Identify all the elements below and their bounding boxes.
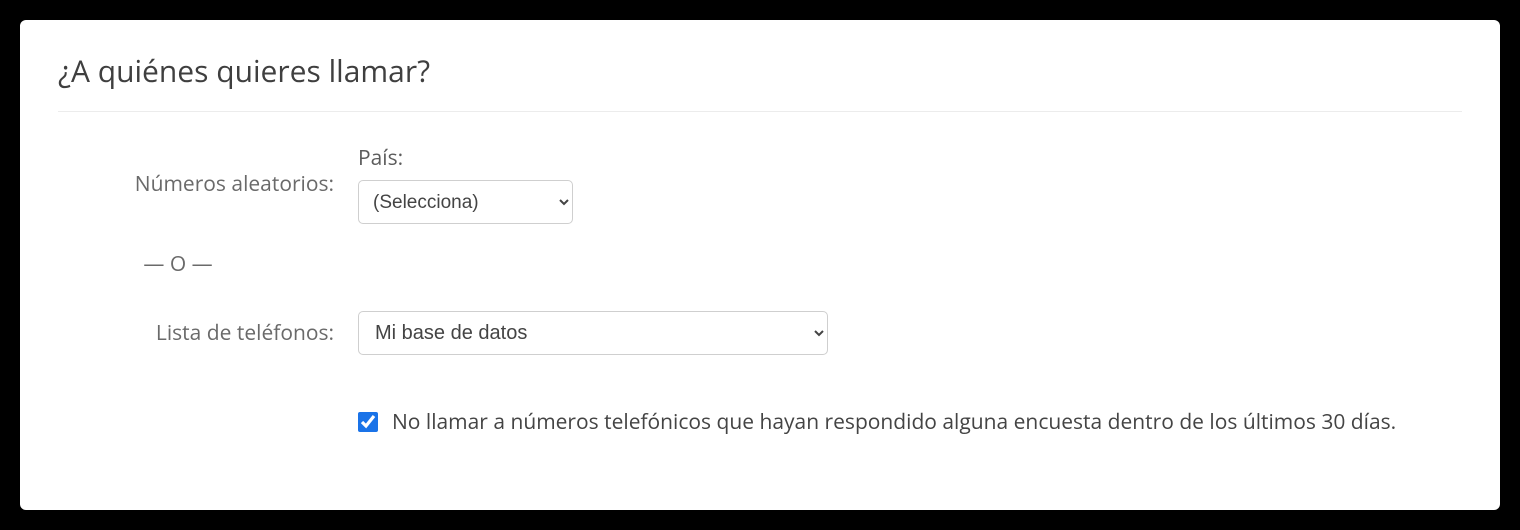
- page-title: ¿A quiénes quieres llamar?: [58, 50, 1462, 112]
- exclude-checkbox-row: No llamar a números telefónicos que haya…: [58, 408, 1462, 436]
- phone-list-field-group: Mi base de datos: [358, 311, 1462, 355]
- exclude-checkbox-label: No llamar a números telefónicos que haya…: [392, 408, 1396, 436]
- exclude-checkbox-wrap: No llamar a números telefónicos que haya…: [358, 408, 1396, 436]
- or-separator-row: — O —: [58, 250, 1462, 278]
- random-numbers-row: Números aleatorios: País: (Selecciona): [58, 144, 1462, 224]
- random-numbers-label: Números aleatorios:: [58, 170, 358, 198]
- phone-list-select[interactable]: Mi base de datos: [358, 311, 828, 355]
- or-separator-text: — O —: [58, 250, 358, 278]
- card-panel: ¿A quiénes quieres llamar? Números aleat…: [20, 20, 1500, 510]
- country-select[interactable]: (Selecciona): [358, 180, 573, 224]
- phone-list-label: Lista de teléfonos:: [58, 319, 358, 347]
- country-field-group: País: (Selecciona): [358, 144, 1462, 224]
- exclude-checkbox[interactable]: [358, 412, 378, 432]
- phone-list-row: Lista de teléfonos: Mi base de datos: [58, 308, 1462, 358]
- country-label: País:: [358, 144, 403, 172]
- form-area: Números aleatorios: País: (Selecciona) —…: [58, 140, 1462, 436]
